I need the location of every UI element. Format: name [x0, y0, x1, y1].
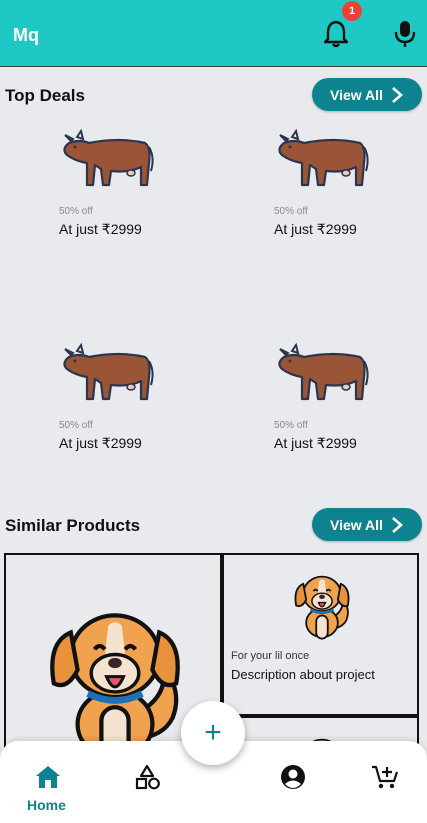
- categories-icon[interactable]: [133, 763, 163, 791]
- account-icon[interactable]: [278, 763, 308, 791]
- cow-image: [59, 127, 155, 191]
- deal-card[interactable]: 50% off At just ₹2999: [59, 127, 239, 267]
- top-deals-title: Top Deals: [5, 86, 85, 105]
- cow-image: [274, 127, 370, 191]
- product-card[interactable]: For your lil once Description about proj…: [222, 553, 419, 716]
- notification-bell-icon[interactable]: [322, 18, 350, 48]
- notification-badge: 1: [342, 1, 362, 21]
- similar-products-view-all-button[interactable]: View All: [312, 508, 422, 541]
- chevron-right-icon: [392, 516, 403, 533]
- deal-price: At just ₹2999: [59, 221, 142, 237]
- deal-discount: 50% off: [59, 420, 93, 431]
- similar-products-title: Similar Products: [5, 516, 141, 535]
- deal-card[interactable]: 50% off At just ₹2999: [59, 341, 239, 481]
- home-label[interactable]: Home: [27, 797, 66, 813]
- dog-image: [286, 561, 358, 647]
- deal-discount: 50% off: [59, 206, 93, 217]
- product-description: Description about project: [231, 667, 375, 682]
- chevron-right-icon: [392, 86, 403, 103]
- top-deals-view-all-button[interactable]: View All: [312, 78, 422, 111]
- app-bar: Mq 1: [0, 0, 427, 67]
- deal-price: At just ₹2999: [59, 435, 142, 451]
- deal-discount: 50% off: [274, 206, 308, 217]
- deal-discount: 50% off: [274, 420, 308, 431]
- view-all-label: View All: [330, 86, 383, 103]
- microphone-icon[interactable]: [393, 19, 417, 49]
- cart-icon[interactable]: [370, 763, 400, 791]
- add-button[interactable]: +: [181, 701, 245, 765]
- view-all-label: View All: [330, 516, 383, 533]
- deal-price: At just ₹2999: [274, 435, 357, 451]
- cow-image: [59, 341, 155, 405]
- product-subtitle: For your lil once: [231, 650, 310, 662]
- cow-image: [274, 341, 370, 405]
- deal-price: At just ₹2999: [274, 221, 357, 237]
- deal-card[interactable]: 50% off At just ₹2999: [274, 341, 427, 481]
- home-icon[interactable]: [33, 763, 63, 791]
- deal-card[interactable]: 50% off At just ₹2999: [274, 127, 427, 267]
- app-brand[interactable]: Mq: [13, 25, 39, 46]
